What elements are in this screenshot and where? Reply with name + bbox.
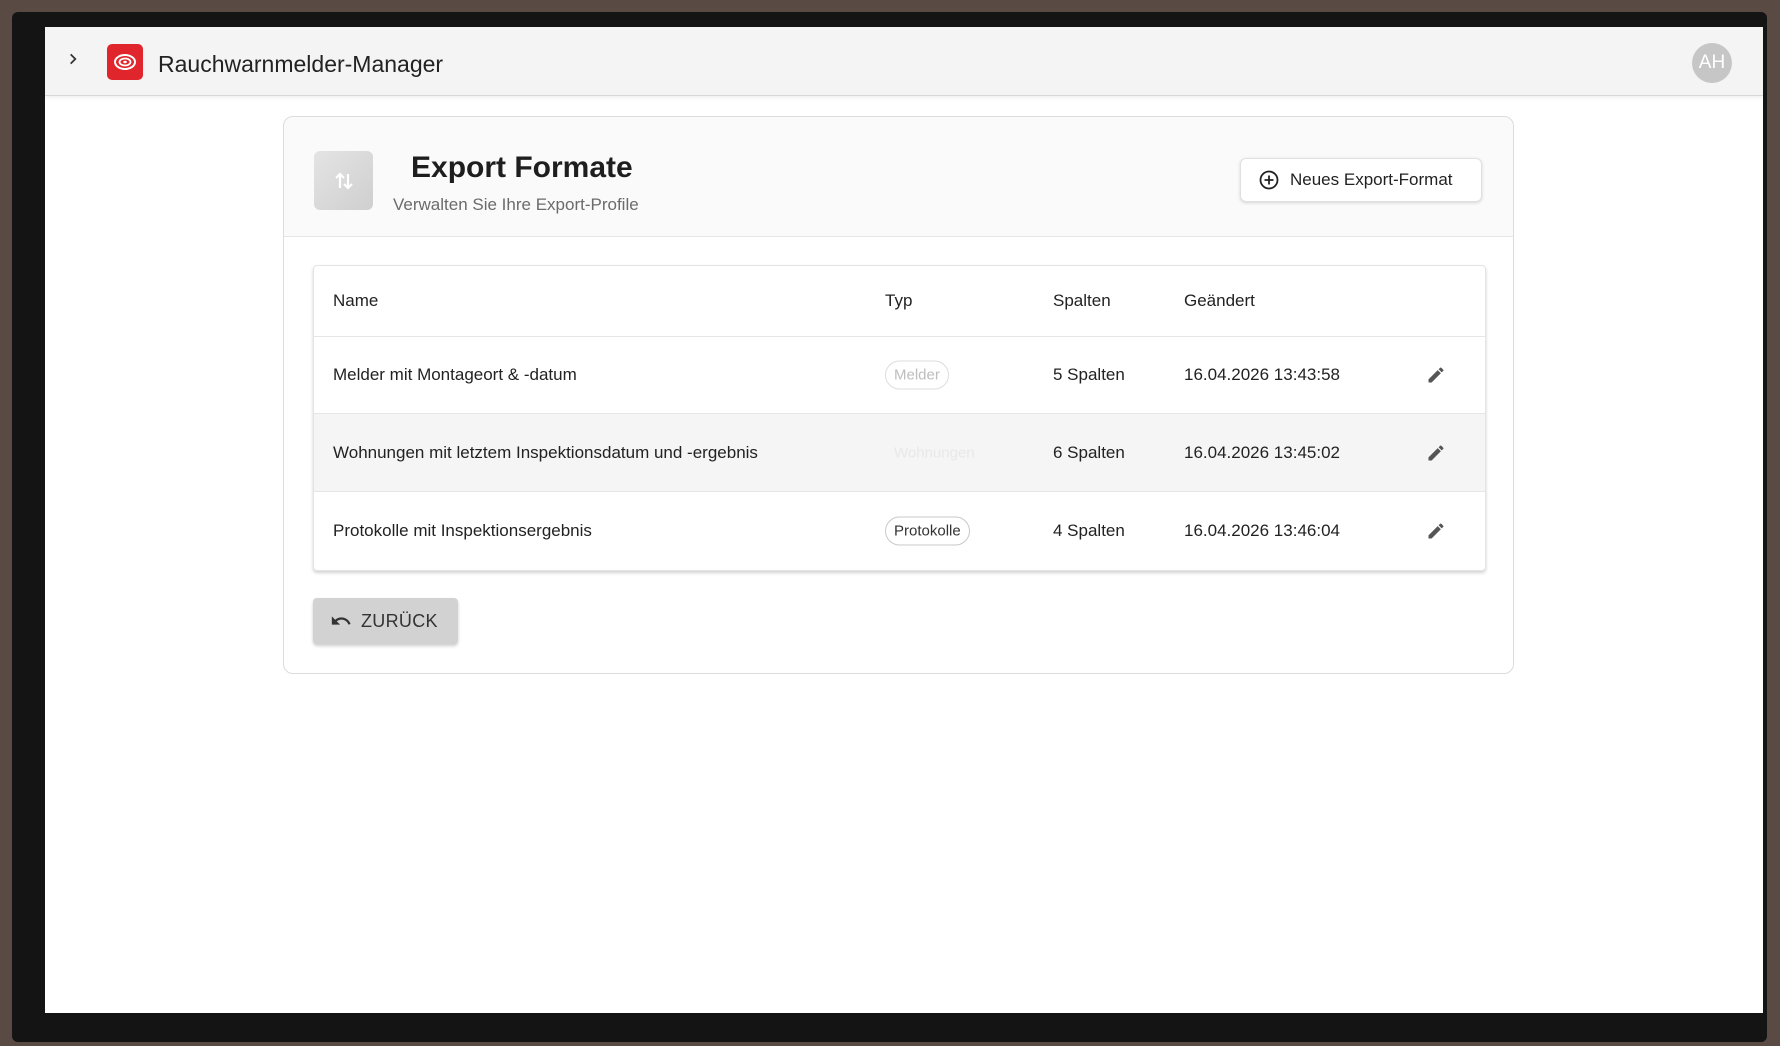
row-column-count: 4 Spalten [1053,520,1125,540]
back-button[interactable]: ZURÜCK [313,598,458,644]
pencil-icon [1428,522,1444,538]
chevron-right-icon [70,53,77,65]
export-formats-table: Name Typ Spalten Geändert Melder mit Mon… [313,265,1486,571]
card-header: Export Formate Verwalten Sie Ihre Export… [284,117,1513,237]
page-subtitle: Verwalten Sie Ihre Export-Profile [393,195,639,214]
column-header-geaendert[interactable]: Geändert [1184,291,1255,311]
table-row[interactable]: Wohnungen mit letztem Inspektionsdatum u… [314,414,1485,492]
app-title: Rauchwarnmelder-Manager [158,51,444,77]
swap-vertical-icon [314,151,373,210]
page-title: Export Formate [411,151,633,184]
table-row[interactable]: Melder mit Montageort & -datum Melder 5 … [314,336,1485,414]
app-bar: Rauchwarnmelder-Manager AH [45,27,1763,96]
user-avatar[interactable]: AH [1692,43,1732,83]
undo-icon [331,616,351,625]
row-type-chip: Melder [885,360,949,389]
row-modified-date: 16.04.2026 13:45:02 [1184,442,1340,462]
row-modified-date: 16.04.2026 13:43:58 [1184,364,1340,384]
row-name: Melder mit Montageort & -datum [333,364,577,384]
edit-button[interactable] [1422,517,1450,545]
smoke-detector-logo-icon [107,44,143,80]
table-header-row: Name Typ Spalten Geändert [314,266,1485,337]
table-row[interactable]: Protokolle mit Inspektionsergebnis Proto… [314,492,1485,569]
edit-button[interactable] [1422,439,1450,467]
monitor-bezel: Rauchwarnmelder-Manager AH Export Format… [12,12,1767,1042]
new-export-format-label: Neues Export-Format [1290,170,1453,189]
app-screen: Rauchwarnmelder-Manager AH Export Format… [45,27,1763,1013]
row-type-chip: Wohnungen [894,444,975,461]
pencil-icon [1428,366,1444,382]
new-export-format-button[interactable]: Neues Export-Format [1240,158,1482,202]
column-header-name[interactable]: Name [333,291,378,311]
export-formats-card: Export Formate Verwalten Sie Ihre Export… [283,116,1514,674]
pencil-icon [1428,444,1444,460]
row-column-count: 5 Spalten [1053,364,1125,384]
row-name: Wohnungen mit letztem Inspektionsdatum u… [333,442,758,462]
column-header-typ[interactable]: Typ [885,291,912,311]
row-name: Protokolle mit Inspektionsergebnis [333,520,592,540]
row-column-count: 6 Spalten [1053,442,1125,462]
back-button-label: ZURÜCK [361,610,438,631]
add-circle-icon [1259,170,1279,190]
row-modified-date: 16.04.2026 13:46:04 [1184,520,1340,540]
expand-sidebar-button[interactable] [61,47,85,71]
row-type-chip: Protokolle [885,516,970,545]
column-header-spalten[interactable]: Spalten [1053,291,1111,311]
edit-button[interactable] [1422,361,1450,389]
